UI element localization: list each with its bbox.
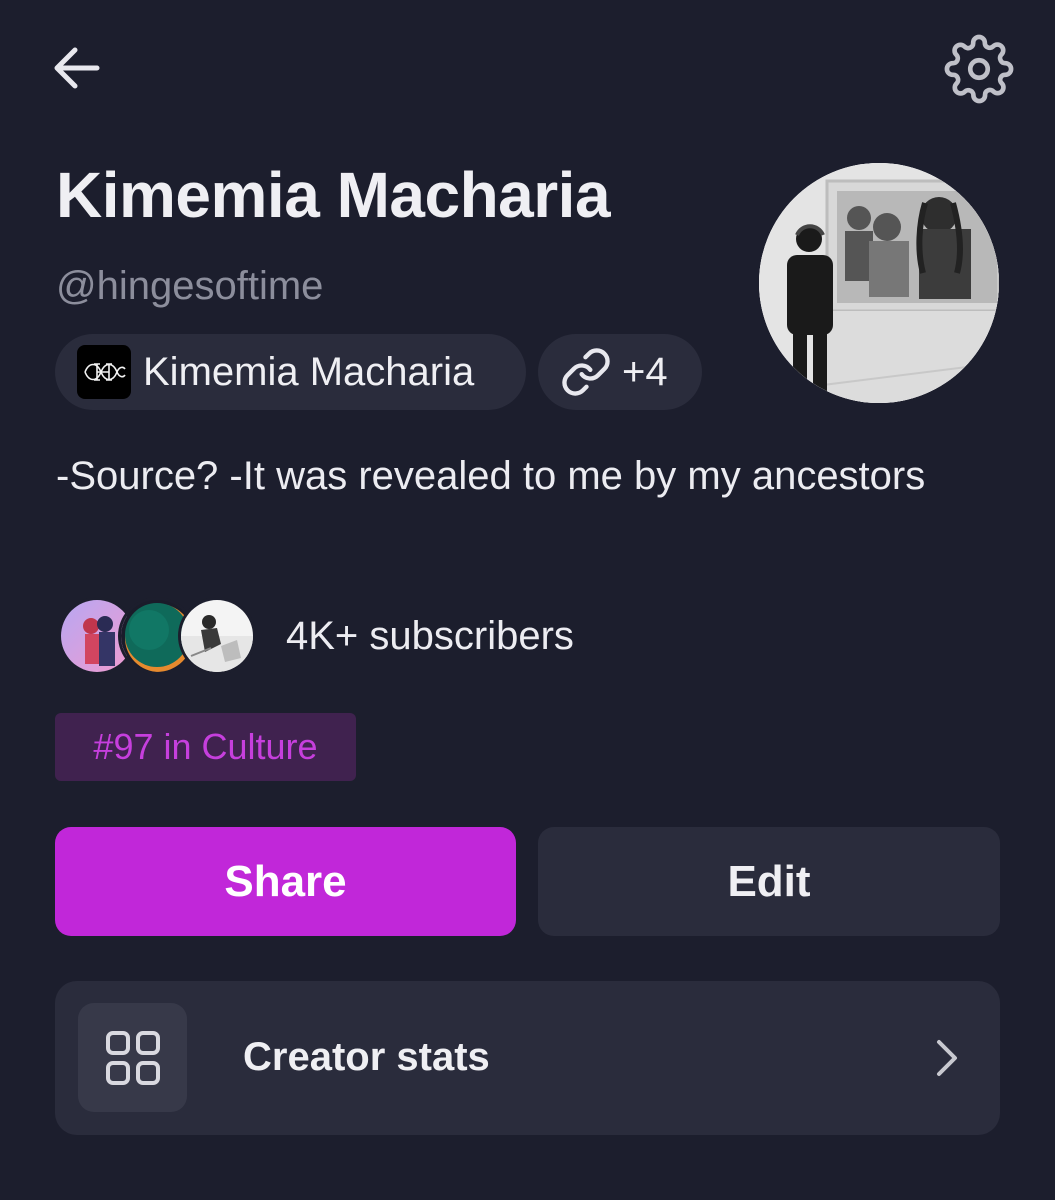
profile-handle: @hingesoftime	[56, 264, 324, 308]
publication-chip[interactable]: Kimemia Macharia	[55, 334, 526, 410]
links-chip[interactable]: +4	[538, 334, 702, 410]
rank-badge-label: #97 in Culture	[93, 726, 318, 767]
rank-badge[interactable]: #97 in Culture	[55, 713, 356, 781]
profile-name: Kimemia Macharia	[56, 159, 611, 231]
settings-button[interactable]	[940, 30, 1018, 108]
creator-stats-row[interactable]: Creator stats	[55, 981, 1000, 1135]
creator-stats-label: Creator stats	[243, 1035, 490, 1079]
edit-button[interactable]: Edit	[538, 827, 1000, 936]
link-icon	[562, 348, 610, 396]
share-button[interactable]: Share	[55, 827, 516, 936]
publication-logo-icon	[77, 345, 131, 399]
back-button[interactable]	[46, 38, 106, 98]
subscribers-summary[interactable]: 4K+ subscribers	[58, 596, 574, 676]
avatar[interactable]	[759, 163, 999, 403]
profile-page: Kimemia Macharia @hingesoftime Kimemia M…	[0, 0, 1055, 1200]
subscriber-avatar	[178, 597, 256, 675]
subscriber-count: 4K+ subscribers	[286, 613, 574, 658]
arrow-left-icon	[54, 47, 100, 89]
links-count: +4	[622, 349, 668, 394]
profile-bio: -Source? -It was revealed to me by my an…	[56, 454, 926, 498]
publication-name: Kimemia Macharia	[143, 349, 475, 394]
chevron-right-icon	[937, 1040, 957, 1076]
grid-icon	[78, 1003, 187, 1112]
gear-icon	[944, 34, 1014, 104]
